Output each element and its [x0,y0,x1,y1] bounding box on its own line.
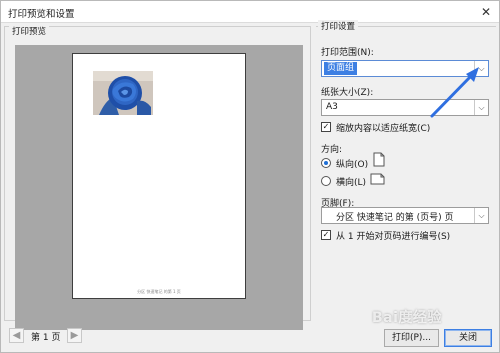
start-numbering-checkbox[interactable]: ✓ [321,230,331,240]
previous-page-button[interactable]: ◀ [9,328,24,343]
fit-width-label: 缩放内容以适应纸宽(C) [336,124,431,134]
title-bar: 打印预览和设置 ✕ [1,1,499,23]
arrow-right-icon: ▶ [70,330,79,341]
portrait-radio[interactable] [321,158,331,168]
print-settings-label: 打印设置 [318,20,359,32]
arrow-left-icon: ◀ [12,330,21,341]
window-title: 打印预览和设置 [8,9,75,20]
print-range-value: 页面组 [324,62,358,75]
close-button[interactable]: 关闭 [444,329,492,347]
start-numbering-label: 从 1 开始对页码进行编号(S) [336,232,451,242]
print-preview-group: 打印预览 分区 快速笔记 的第 1 页 [4,25,311,330]
print-preview-dialog: 打印预览和设置 ✕ 打印预览 分区 快速笔记 的第 1 页 ◀ 第 1 页 ▶ … [0,0,500,353]
fit-width-checkbox[interactable]: ✓ [321,122,331,132]
page-indicator: 第 1 页 [31,333,61,343]
print-range-select[interactable]: 页面组 ⌵ [321,60,489,77]
print-preview-label: 打印预览 [9,25,50,37]
paper-size-select[interactable]: A3 ⌵ [321,99,489,116]
preview-page: 分区 快速笔记 的第 1 页 [72,53,246,299]
portrait-label: 纵向(O) [336,160,369,170]
paper-size-label: 纸张大小(Z): [321,88,374,98]
landscape-page-icon [370,173,385,185]
next-page-button[interactable]: ▶ [67,328,82,343]
orientation-label: 方向: [321,145,343,155]
close-window-button[interactable]: ✕ [477,3,495,21]
print-button[interactable]: 打印(P)... [384,329,439,347]
landscape-label: 横向(L) [336,178,367,188]
portrait-page-icon [373,152,385,167]
footer-select[interactable]: 分区 快速笔记 的第 (页号) 页 ⌵ [321,207,489,224]
page-footer-text: 分区 快速笔记 的第 1 页 [137,289,181,294]
chevron-down-icon[interactable]: ⌵ [474,208,488,223]
chevron-down-icon[interactable]: ⌵ [474,61,488,76]
chevron-down-icon[interactable]: ⌵ [474,100,488,115]
footer-value: 分区 快速笔记 的第 (页号) 页 [336,213,454,223]
landscape-radio[interactable] [321,176,331,186]
watermark-text: Bai度经验 [372,310,442,326]
rose-image [93,71,153,115]
paper-size-value: A3 [326,102,338,112]
preview-canvas: 分区 快速笔记 的第 1 页 [15,45,303,330]
print-range-label: 打印范围(N): [321,48,374,58]
